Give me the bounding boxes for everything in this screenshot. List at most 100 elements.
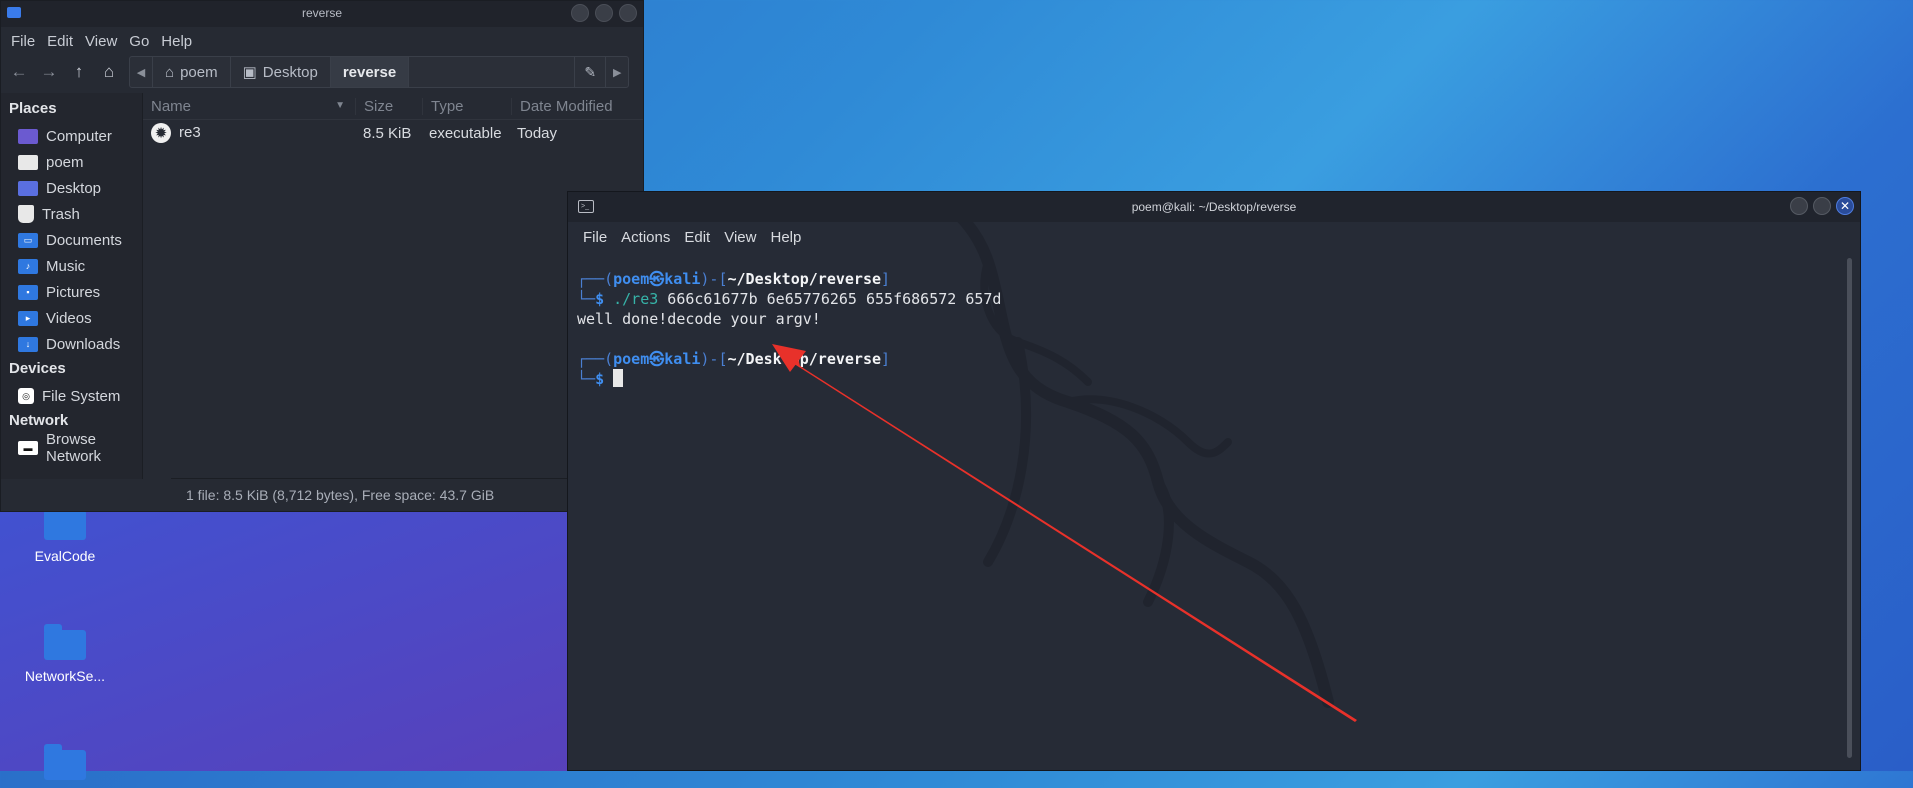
path-right-chevron-icon[interactable]: ▶ [605, 57, 628, 87]
sidebar-item-label: Pictures [46, 283, 101, 301]
file-row-re3[interactable]: ✹ re3 8.5 KiB executable Today [143, 120, 643, 146]
sidebar-item-label: Browse Network [46, 431, 102, 465]
desktop-icon [18, 180, 38, 196]
command-line: └─$ ./re3 666c61677b 6e65776265 655f6865… [577, 290, 1002, 308]
sidebar-item-trash[interactable]: Trash [1, 201, 142, 227]
menu-go[interactable]: Go [123, 33, 155, 50]
column-header-type[interactable]: Type [422, 97, 511, 115]
sidebar-item-filesystem[interactable]: ◎ File System [1, 383, 142, 409]
menu-view[interactable]: View [79, 33, 123, 50]
prompt-symbol: ㉿ [649, 270, 665, 288]
documents-folder-icon: ▭ [18, 232, 38, 248]
scrollbar[interactable] [1847, 258, 1852, 758]
menu-help[interactable]: Help [763, 229, 808, 246]
sidebar-heading-devices: Devices [9, 360, 66, 377]
breadcrumb-label: reverse [342, 63, 397, 81]
close-button[interactable] [619, 4, 637, 22]
desktop-icon-networkse[interactable]: NetworkSe... [10, 624, 120, 684]
sidebar-item-label: poem [46, 153, 84, 171]
prompt-host: kali [664, 270, 701, 288]
home-icon[interactable]: ⌂ [95, 58, 123, 86]
prompt-line: ┌──(poem㉿kali)-[~/Desktop/reverse] [577, 270, 891, 288]
sidebar: Places Computer poem Desktop Trash ▭ Docu… [1, 93, 143, 479]
menu-file[interactable]: File [5, 33, 41, 50]
column-header-name[interactable]: Name ▼ [143, 98, 355, 115]
trash-icon [18, 205, 34, 223]
menu-edit[interactable]: Edit [677, 229, 717, 246]
sidebar-item-pictures[interactable]: ▪ Pictures [1, 279, 142, 305]
executable-gear-icon: ✹ [151, 123, 171, 143]
breadcrumb-label: poem [180, 63, 218, 81]
forward-arrow-icon[interactable]: → [35, 58, 63, 86]
desktop-icon-evalcode[interactable]: EvalCode [10, 504, 120, 564]
menu-file[interactable]: File [576, 229, 614, 246]
sidebar-item-downloads[interactable]: ↓ Downloads [1, 331, 142, 357]
window-title: reverse [301, 6, 342, 20]
sidebar-item-label: Downloads [46, 335, 121, 353]
menu-actions[interactable]: Actions [614, 229, 677, 246]
breadcrumb-poem[interactable]: ⌂ poem [153, 57, 231, 87]
breadcrumb-desktop[interactable]: ▣ Desktop [231, 57, 331, 87]
music-folder-icon: ♪ [18, 258, 38, 274]
close-button[interactable]: ✕ [1836, 197, 1854, 215]
toolbar: ← → ↑ ⌂ ◀ ⌂ poem ▣ Desktop reverse ✎ ▶ [1, 55, 643, 89]
command-args: 666c61677b 6e65776265 655f686572 657d [658, 290, 1002, 308]
menubar: File Actions Edit View Help [568, 222, 1860, 252]
sidebar-item-videos[interactable]: ▸ Videos [1, 305, 142, 331]
maximize-button[interactable] [595, 4, 613, 22]
pictures-folder-icon: ▪ [18, 284, 38, 300]
command-text: ./re3 [613, 290, 659, 308]
sidebar-heading-places: Places [9, 100, 57, 117]
sidebar-item-label: Videos [46, 309, 92, 327]
prompt-path: ~/Desktop/reverse [727, 270, 882, 288]
desktop-icon: ▣ [242, 64, 257, 81]
prompt-user: poem [613, 350, 650, 368]
text-cursor [613, 369, 624, 387]
sidebar-item-label: File System [42, 387, 121, 405]
breadcrumb-reverse[interactable]: reverse [330, 57, 410, 87]
column-header-size[interactable]: Size [355, 97, 422, 115]
sidebar-item-music[interactable]: ♪ Music [1, 253, 142, 279]
up-arrow-icon[interactable]: ↑ [65, 58, 93, 86]
column-header-date[interactable]: Date Modified [511, 97, 643, 115]
sidebar-item-label: Desktop [46, 179, 102, 197]
prompt-line: ┌──(poem㉿kali)-[~/Desktop/reverse] [577, 350, 891, 368]
breadcrumb-label: Desktop [262, 63, 318, 81]
edit-path-pencil-icon[interactable]: ✎ [574, 57, 605, 87]
prompt-path: ~/Desktop/reverse [727, 350, 882, 368]
file-size: 8.5 KiB [363, 124, 412, 142]
sidebar-item-computer[interactable]: Computer [1, 123, 142, 149]
path-left-chevron-icon[interactable]: ◀ [130, 57, 153, 87]
menu-edit[interactable]: Edit [41, 33, 79, 50]
maximize-button[interactable] [1813, 197, 1831, 215]
sort-down-icon: ▼ [335, 99, 345, 111]
file-type: executable [429, 124, 502, 142]
desktop-icon-folder[interactable] [10, 744, 120, 788]
menu-view[interactable]: View [717, 229, 763, 246]
home-icon: ⌂ [165, 63, 175, 81]
sidebar-item-desktop[interactable]: Desktop [1, 175, 142, 201]
window-title: poem@kali: ~/Desktop/reverse [1131, 200, 1297, 214]
sidebar-item-label: Trash [42, 205, 80, 223]
sidebar-item-label: Documents [46, 231, 122, 249]
minimize-button[interactable] [1790, 197, 1808, 215]
downloads-folder-icon: ↓ [18, 336, 38, 352]
menu-help[interactable]: Help [155, 33, 198, 50]
sidebar-item-documents[interactable]: ▭ Documents [1, 227, 142, 253]
titlebar[interactable]: >_ poem@kali: ~/Desktop/reverse ✕ [568, 192, 1860, 222]
minimize-button[interactable] [571, 4, 589, 22]
output-line: well done!decode your argv! [577, 310, 821, 328]
titlebar[interactable]: reverse [1, 1, 643, 27]
computer-icon [18, 128, 38, 144]
folder-icon [44, 624, 86, 660]
input-line[interactable]: └─$ [577, 369, 1860, 389]
sidebar-item-browse-network[interactable]: ▬ Browse Network [1, 431, 142, 465]
menubar: File Edit View Go Help [1, 27, 643, 55]
back-arrow-icon[interactable]: ← [5, 58, 33, 86]
file-date: Today [517, 124, 558, 142]
sidebar-item-label: Music [46, 257, 86, 275]
file-name: re3 [179, 123, 201, 141]
sidebar-item-poem[interactable]: poem [1, 149, 142, 175]
terminal-window[interactable]: >_ poem@kali: ~/Desktop/reverse ✕ File A… [567, 191, 1861, 771]
terminal-output[interactable]: ┌──(poem㉿kali)-[~/Desktop/reverse] └─$ .… [568, 252, 1860, 389]
